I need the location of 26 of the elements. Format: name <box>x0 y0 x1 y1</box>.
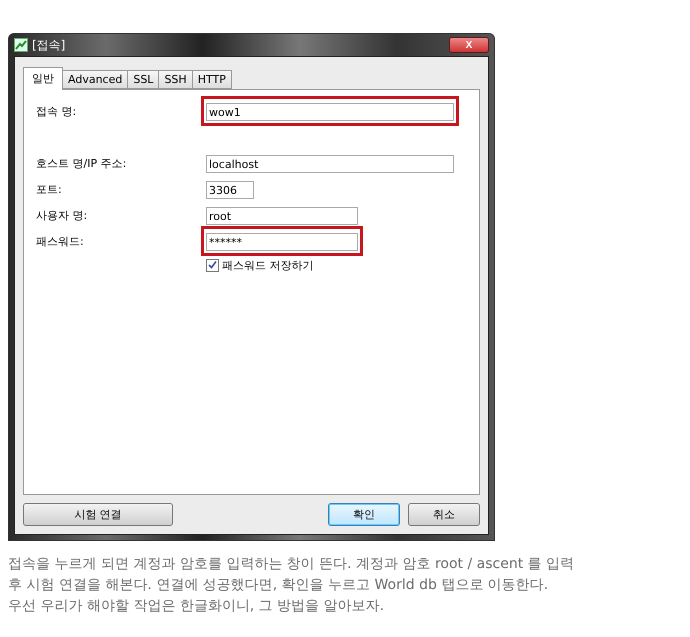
window-title: [접속] <box>32 36 66 54</box>
field-label: 사용자 명: <box>36 208 88 222</box>
tab[interactable]: Advanced <box>62 70 128 89</box>
caption-text: 접속을 누르게 되면 계정과 암호를 입력하는 창이 뜬다. 계정과 암호 root / ascent 를 입력 <box>8 555 576 573</box>
tab[interactable]: 일반 <box>23 67 63 90</box>
input-field[interactable]: wow1 <box>206 103 454 122</box>
chart-icon <box>14 38 28 52</box>
field-label: 접속 명: <box>36 104 78 118</box>
cancel-button[interactable]: 취소 <box>408 503 480 526</box>
field-label: 패스워드: <box>36 234 85 248</box>
ok-button[interactable]: 확인 <box>328 503 400 526</box>
checkbox-label: 패스워드 저장하기 <box>222 258 314 273</box>
caption-text: 우선 우리가 해야할 작업은 한글화이니, 그 방법을 알아보자. <box>8 597 386 615</box>
input-field[interactable]: 3306 <box>206 181 254 200</box>
input-field[interactable]: localhost <box>206 155 454 174</box>
tab[interactable]: SSL <box>127 70 160 89</box>
checkbox[interactable] <box>206 259 219 272</box>
field-label: 포트: <box>36 182 63 196</box>
tab[interactable]: SSH <box>158 70 193 89</box>
tab[interactable]: HTTP <box>192 70 232 89</box>
test-connection-button[interactable]: 시험 연결 <box>23 503 173 526</box>
field-label: 호스트 명/IP 주소: <box>36 156 128 170</box>
caption-text: 후 시험 연결을 해본다. 연결에 성공했다면, 확인을 누르고 World db 탭으로 이동한다. <box>8 576 550 594</box>
close-button[interactable]: X <box>449 37 489 53</box>
input-field[interactable]: root <box>206 207 358 226</box>
input-field[interactable]: ****** <box>206 233 358 252</box>
